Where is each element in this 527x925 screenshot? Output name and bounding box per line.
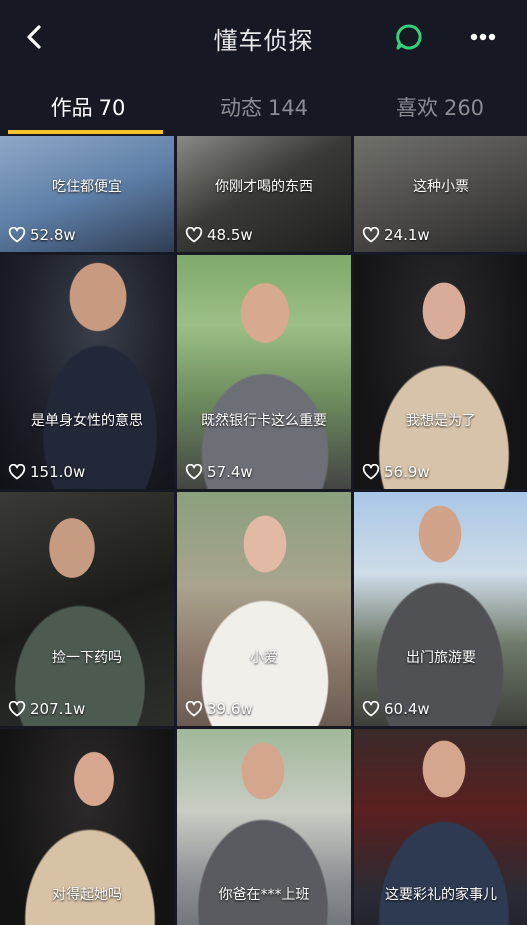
heart-icon	[8, 464, 26, 480]
tab-label: 动态	[219, 96, 262, 120]
person-silhouette	[0, 492, 174, 726]
like-count: 207.1w	[8, 700, 85, 718]
heart-icon	[362, 701, 380, 717]
person-silhouette	[177, 492, 351, 726]
video-grid: 吃住都便宜 52.8w 你刚才喝的东西 48.5w 这种小票 24.1w 是单身…	[0, 136, 527, 925]
like-count: 52.8w	[8, 226, 76, 244]
person-silhouette	[0, 255, 174, 489]
video-caption: 这要彩礼的家事儿	[385, 887, 497, 903]
video-caption: 是单身女性的意思	[31, 413, 143, 429]
more-dots-icon	[470, 33, 496, 41]
video-caption: 吃住都便宜	[52, 179, 122, 195]
person-silhouette	[177, 255, 351, 489]
video-caption: 你刚才喝的东西	[215, 179, 313, 195]
like-count-text: 39.6w	[207, 700, 253, 718]
video-thumbnail[interactable]: 小爱 39.6w	[177, 492, 351, 726]
video-caption: 对得起她吗	[52, 887, 122, 903]
chat-button[interactable]	[394, 22, 424, 52]
like-count-text: 24.1w	[384, 226, 430, 244]
heart-icon	[185, 464, 203, 480]
video-thumbnail[interactable]: 对得起她吗	[0, 729, 174, 925]
like-count: 39.6w	[185, 700, 253, 718]
video-thumbnail[interactable]: 这种小票 24.1w	[354, 136, 527, 252]
chat-bubble-icon	[396, 24, 422, 50]
tab-likes[interactable]: 喜欢 260	[352, 92, 527, 122]
video-caption: 出门旅游要	[406, 650, 476, 666]
tab-label: 作品	[50, 96, 93, 120]
page-title: 懂车侦探	[213, 27, 314, 55]
video-caption: 你爸在***上班	[218, 887, 310, 903]
like-count-text: 57.4w	[207, 463, 253, 481]
tab-works[interactable]: 作品 70	[0, 92, 176, 122]
tab-count: 70	[98, 96, 126, 120]
heart-icon	[185, 227, 203, 243]
heart-icon	[362, 227, 380, 243]
video-caption: 这种小票	[413, 179, 469, 195]
video-thumbnail[interactable]: 捡一下药吗 207.1w	[0, 492, 174, 726]
top-bar: 懂车侦探	[0, 0, 527, 80]
person-silhouette	[354, 492, 527, 726]
like-count-text: 60.4w	[384, 700, 430, 718]
video-thumbnail[interactable]: 吃住都便宜 52.8w	[0, 136, 174, 252]
tab-indicator	[8, 130, 163, 134]
profile-tabs: 作品 70 动态 144 喜欢 260	[0, 80, 527, 136]
video-caption: 捡一下药吗	[52, 650, 122, 666]
heart-icon	[8, 227, 26, 243]
like-count-text: 48.5w	[207, 226, 253, 244]
heart-icon	[362, 464, 380, 480]
video-thumbnail[interactable]: 你爸在***上班	[177, 729, 351, 925]
video-thumbnail[interactable]: 我想是为了 56.9w	[354, 255, 527, 489]
like-count-text: 207.1w	[30, 700, 86, 718]
like-count-text: 56.9w	[384, 463, 430, 481]
like-count-text: 151.0w	[30, 463, 86, 481]
like-count: 151.0w	[8, 463, 85, 481]
tab-count: 144	[267, 96, 309, 120]
like-count-text: 52.8w	[30, 226, 76, 244]
like-count: 24.1w	[362, 226, 430, 244]
like-count: 60.4w	[362, 700, 430, 718]
tab-count: 260	[443, 96, 485, 120]
video-thumbnail[interactable]: 既然银行卡这么重要 57.4w	[177, 255, 351, 489]
like-count: 57.4w	[185, 463, 253, 481]
video-caption: 小爱	[250, 650, 278, 666]
more-button[interactable]	[466, 24, 500, 50]
video-thumbnail[interactable]: 你刚才喝的东西 48.5w	[177, 136, 351, 252]
video-thumbnail[interactable]: 这要彩礼的家事儿	[354, 729, 527, 925]
heart-icon	[8, 701, 26, 717]
like-count: 56.9w	[362, 463, 430, 481]
tab-label: 喜欢	[395, 96, 438, 120]
heart-icon	[185, 701, 203, 717]
like-count: 48.5w	[185, 226, 253, 244]
video-caption: 我想是为了	[406, 413, 476, 429]
video-thumbnail[interactable]: 出门旅游要 60.4w	[354, 492, 527, 726]
person-silhouette	[354, 255, 527, 489]
video-caption: 既然银行卡这么重要	[201, 413, 327, 429]
tab-moments[interactable]: 动态 144	[176, 92, 352, 122]
video-thumbnail[interactable]: 是单身女性的意思 151.0w	[0, 255, 174, 489]
